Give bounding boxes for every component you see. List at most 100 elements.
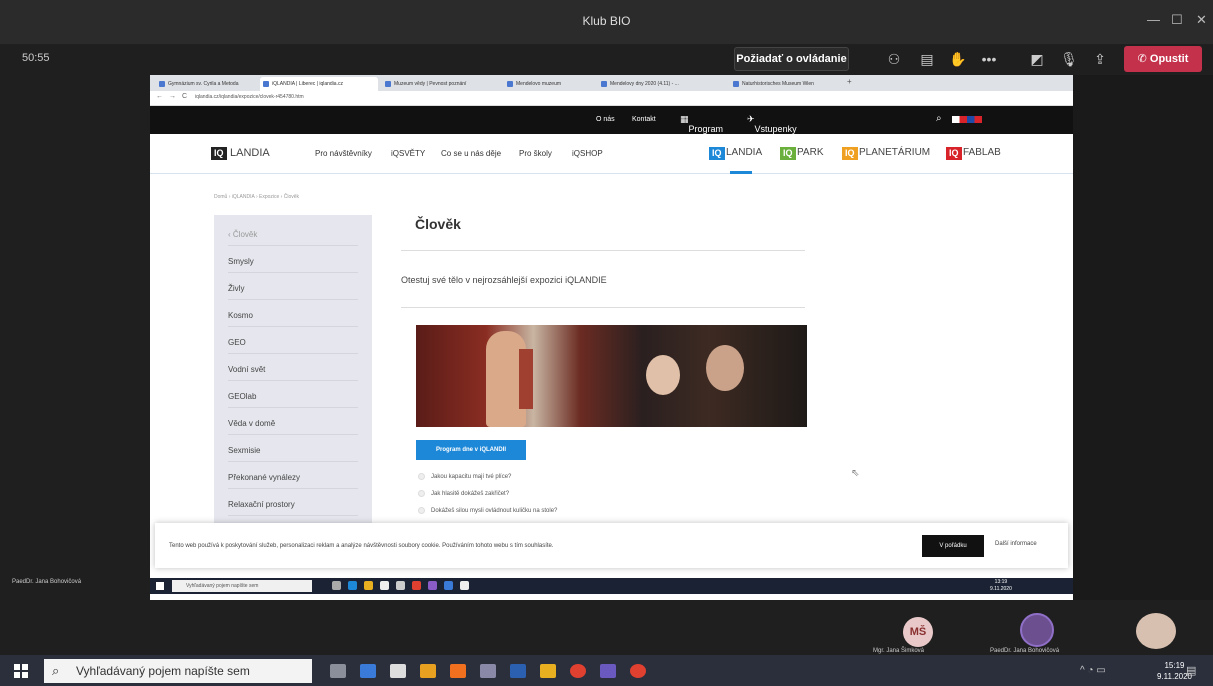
leave-button[interactable]: ✆ Opustit <box>1124 46 1202 72</box>
home-icon[interactable] <box>390 664 406 678</box>
browser-tab[interactable]: Naturhistorisches Museum Wien <box>730 77 842 91</box>
desktop-icon[interactable] <box>360 664 376 678</box>
nav-events[interactable]: Co se u nás děje <box>441 149 501 158</box>
teams-title-bar: Klub BIO — ☐ ✕ <box>0 0 1213 44</box>
question-link[interactable]: Jakou kapacitu mají tvé plíce? <box>418 473 511 480</box>
brand-park[interactable]: PARK <box>797 147 824 158</box>
mail-icon[interactable] <box>396 581 405 590</box>
maximize-icon[interactable]: ☐ <box>1171 12 1183 28</box>
teams-icon[interactable] <box>428 581 437 590</box>
file-icon[interactable] <box>460 581 469 590</box>
request-control-button[interactable]: Požiadať o ovládanie <box>734 47 849 71</box>
exhibits-menu: ‹ Člověk Smysly Živly Kosmo GEO Vodní sv… <box>214 215 372 535</box>
brand-park-icon[interactable]: IQ <box>780 147 796 160</box>
shared-start-icon[interactable] <box>156 582 164 590</box>
nav-schools[interactable]: Pro školy <box>519 149 552 158</box>
breadcrumb[interactable]: Domů › iQLANDIA › Expozice › Člověk <box>214 194 299 200</box>
store-icon[interactable] <box>380 581 389 590</box>
chrome-icon[interactable] <box>570 664 586 678</box>
participant-name: PaedDr. Jana Bohovičová <box>990 648 1060 654</box>
language-flags-icon[interactable] <box>952 116 982 123</box>
search-icon: ⌕ <box>52 663 60 678</box>
task-view-icon[interactable] <box>330 664 346 678</box>
contact-link[interactable]: Kontakt <box>632 116 656 123</box>
nav-iqshop[interactable]: iQSHOP <box>572 149 603 158</box>
notifications-icon[interactable]: ▤ <box>1186 664 1196 677</box>
edge-icon[interactable] <box>348 581 357 590</box>
menu-item-veda-v-dome[interactable]: Věda v domě <box>228 419 358 435</box>
anatomy-organs <box>519 349 533 409</box>
chrome-icon[interactable] <box>630 664 646 678</box>
teams-icon[interactable] <box>600 664 616 678</box>
cookie-text: Tento web používá k poskytování služeb, … <box>169 543 554 549</box>
browser-tab[interactable]: Mendelovy dny 2020 (4.11) - ... <box>598 77 726 91</box>
task-view-icon[interactable] <box>332 581 341 590</box>
minimize-icon[interactable]: — <box>1147 12 1160 27</box>
explorer-icon[interactable] <box>364 581 373 590</box>
menu-item-smysly[interactable]: Smysly <box>228 257 358 273</box>
browser-nav-icons[interactable]: ←→C <box>156 93 193 100</box>
cookie-more-link[interactable]: Další informace <box>995 541 1037 547</box>
tickets-link[interactable]: ✈ Vstupenky <box>747 114 797 134</box>
nav-visitors[interactable]: Pro návštěvníky <box>315 149 372 158</box>
camera-off-icon[interactable]: ◩ <box>1028 50 1046 68</box>
browser-tab[interactable]: Mendelovo muzeum <box>504 77 594 91</box>
site-search-icon[interactable]: ⌕ <box>936 113 942 124</box>
tray-icons[interactable]: ^ ◔ ▭ <box>1080 665 1106 676</box>
taskbar-search-input[interactable]: Vyhľadávaný pojem napíšte sem <box>44 659 312 683</box>
windows-start-icon[interactable] <box>14 664 28 678</box>
nav-iqsvety[interactable]: iQSVĚTY <box>391 149 425 158</box>
participant-avatar[interactable] <box>1020 613 1054 647</box>
menu-item-clovek[interactable]: ‹ Člověk <box>228 230 358 246</box>
page-subtitle: Otestuj své tělo v nejrozsáhlejší expozi… <box>401 275 607 285</box>
site-logo-icon[interactable]: IQ <box>211 147 227 160</box>
brand-fablab-icon[interactable]: IQ <box>946 147 962 160</box>
site-logo-text[interactable]: LANDIA <box>230 147 270 159</box>
browser-tab-active[interactable]: iQLANDIA | Liberec | iqlandia.cz <box>260 77 378 91</box>
chat-icon[interactable]: ▤ <box>918 50 936 68</box>
browser-tab[interactable]: Muzeum vědy | Pevnost poznání <box>382 77 500 91</box>
vlc-icon[interactable] <box>450 664 466 678</box>
brand-landia[interactable]: LANDIA <box>726 147 762 158</box>
brand-planetarium[interactable]: PLANETÁRIUM <box>859 147 930 158</box>
menu-item-zivly[interactable]: Živly <box>228 284 358 300</box>
active-brand-indicator <box>730 171 752 174</box>
program-day-button[interactable]: Program dne v iQLANDII <box>416 440 526 460</box>
menu-item-sexmisie[interactable]: Sexmisie <box>228 446 358 462</box>
share-screen-icon[interactable]: ⇪ <box>1091 50 1109 68</box>
microphone-icon[interactable]: 🎙 <box>1060 50 1078 68</box>
word-icon[interactable] <box>510 664 526 678</box>
question-link[interactable]: Dokážeš silou mysli ovládnout kuličku na… <box>418 507 557 514</box>
app-icon[interactable] <box>480 664 496 678</box>
cookie-accept-button[interactable]: V pořádku <box>922 535 984 557</box>
menu-item-geolab[interactable]: GEOlab <box>228 392 358 408</box>
menu-item-vynalezy[interactable]: Překonané vynálezy <box>228 473 358 489</box>
menu-item-relaxace[interactable]: Relaxační prostory <box>228 500 358 516</box>
brand-planetarium-icon[interactable]: IQ <box>842 147 858 160</box>
browser-tab[interactable]: Gymnázium sv. Cyrila a Metoda <box>156 77 256 91</box>
headphones-icon[interactable] <box>420 664 436 678</box>
raise-hand-icon[interactable]: ✋ <box>949 50 967 68</box>
participants-icon[interactable]: ⚇ <box>885 50 903 68</box>
more-options-icon[interactable]: ••• <box>980 50 998 68</box>
menu-item-kosmo[interactable]: Kosmo <box>228 311 358 327</box>
brand-fablab[interactable]: FABLAB <box>963 147 1001 158</box>
about-link[interactable]: O nás <box>596 116 615 123</box>
program-link[interactable]: ▦ Program <box>680 114 723 134</box>
tickets-label: Vstupenky <box>754 124 797 134</box>
menu-item-vodni-svet[interactable]: Vodní svět <box>228 365 358 381</box>
url-field[interactable]: iqlandia.cz/iqlandia/expozice/clovek-r45… <box>195 94 304 100</box>
person-face <box>646 355 680 395</box>
shared-search-input[interactable]: Vyhľadávaný pojem napíšte sem <box>172 580 312 592</box>
brand-landia-icon[interactable]: IQ <box>709 147 725 160</box>
file-explorer-icon[interactable] <box>540 664 556 678</box>
app-icon[interactable] <box>444 581 453 590</box>
close-icon[interactable]: ✕ <box>1196 12 1207 28</box>
question-link[interactable]: Jak hlasitě dokážeš zakřičet? <box>418 490 509 497</box>
new-tab-icon[interactable]: + <box>847 77 852 86</box>
self-video-avatar[interactable] <box>1136 613 1176 649</box>
chrome-icon[interactable] <box>412 581 421 590</box>
participant-avatar[interactable]: MŠ <box>903 617 933 647</box>
shared-windows-taskbar: Vyhľadávaný pojem napíšte sem 13:19 9.11.… <box>150 578 1073 594</box>
menu-item-geo[interactable]: GEO <box>228 338 358 354</box>
